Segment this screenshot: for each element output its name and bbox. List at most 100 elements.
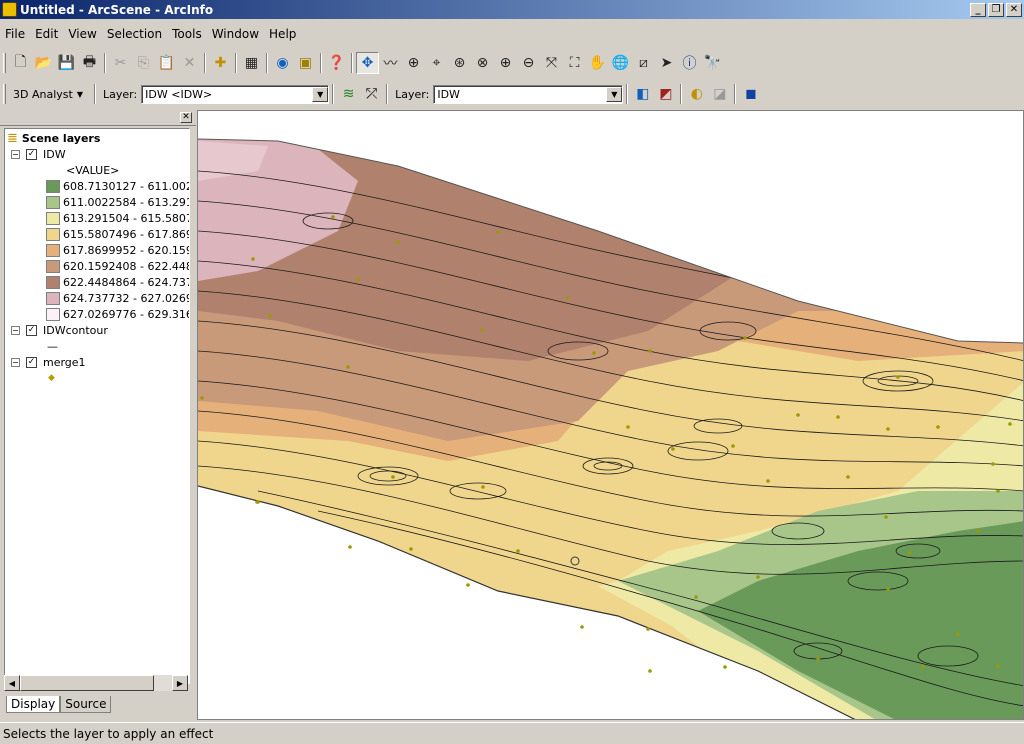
cut-icon[interactable]: ✂ <box>109 52 132 74</box>
menu-tools[interactable]: Tools <box>167 27 207 41</box>
arcscene-window: Untitled - ArcScene - ArcInfo _ ❐ ✕ File… <box>0 0 1024 744</box>
legend-swatch <box>46 227 60 241</box>
navigate-icon[interactable]: ✥ <box>356 52 379 74</box>
globe-icon[interactable]: ◉ <box>271 52 294 74</box>
paste-icon[interactable]: 📋 <box>155 52 178 74</box>
zoom-center-icon[interactable]: ⊗ <box>471 52 494 74</box>
legend-swatch <box>46 211 60 225</box>
copy-icon[interactable]: ⎘ <box>132 52 155 74</box>
toc-header: ✕ <box>0 110 196 126</box>
table-icon[interactable]: ▦ <box>240 52 263 74</box>
layer-name-idw[interactable]: IDW <box>43 148 66 161</box>
status-text: Selects the layer to apply an effect <box>3 726 214 741</box>
legend-swatch <box>46 259 60 273</box>
fly-icon[interactable]: 〰 <box>379 52 402 74</box>
legend-swatch <box>46 179 60 193</box>
set-observer-icon[interactable]: ⊛ <box>448 52 471 74</box>
scroll-right-icon[interactable]: ▶ <box>172 675 188 691</box>
effects-icon[interactable]: ◼ <box>739 83 762 105</box>
full-extent-icon[interactable]: ⤧ <box>540 52 563 74</box>
menu-window[interactable]: Window <box>207 27 264 41</box>
layer-checkbox-merge1[interactable]: ✓ <box>26 356 37 368</box>
table-of-contents: ✕ ≣ Scene layers − ✓ IDW <VALUE> 608.713… <box>0 110 196 720</box>
menu-selection[interactable]: Selection <box>102 27 167 41</box>
menu-file[interactable]: File <box>0 27 30 41</box>
menu-bar: File Edit View Selection Tools Window He… <box>0 24 301 44</box>
title-bar: Untitled - ArcScene - ArcInfo _ ❐ ✕ <box>0 0 1024 19</box>
transparency-icon[interactable]: ◧ <box>631 83 654 105</box>
layers-icon: ≣ <box>7 130 18 146</box>
globe-view-icon[interactable]: 🌐 <box>609 52 632 74</box>
delete-icon[interactable]: ✕ <box>178 52 201 74</box>
menu-edit[interactable]: Edit <box>30 27 63 41</box>
tab-display[interactable]: Display <box>6 696 61 713</box>
collapse-icon[interactable]: − <box>11 149 20 159</box>
legend-label: 622.4484864 - 624.73773 <box>63 275 189 289</box>
close-button[interactable]: ✕ <box>1006 2 1022 17</box>
dropdown-arrow-icon[interactable]: ▼ <box>312 86 329 102</box>
select-icon[interactable]: ➤ <box>655 52 678 74</box>
legend-label: 624.737732 - 627.026977 <box>63 291 189 305</box>
new-icon[interactable]: 🗋 <box>9 52 32 74</box>
toc-horizontal-scrollbar[interactable]: ◀ ▶ <box>4 675 188 691</box>
minimize-button[interactable]: _ <box>970 2 986 17</box>
zoom-target-icon[interactable]: ⊕ <box>402 52 425 74</box>
find-icon[interactable]: 🔭 <box>701 52 724 74</box>
legend-swatch <box>46 195 60 209</box>
collapse-icon[interactable]: − <box>11 357 20 367</box>
draw-order-icon[interactable]: ◩ <box>654 83 677 105</box>
menu-help[interactable]: Help <box>264 27 301 41</box>
shading-icon[interactable]: ◐ <box>685 83 708 105</box>
value-label: <VALUE> <box>66 163 120 177</box>
full-extent-2-icon[interactable]: ⛶ <box>563 52 586 74</box>
legend-label: 608.7130127 - 611.00225 <box>63 179 189 193</box>
pan-icon[interactable]: ✋ <box>586 52 609 74</box>
legend-label: 615.5807496 - 617.86999 <box>63 227 189 241</box>
collapse-icon[interactable]: − <box>11 325 20 335</box>
legend-label: 620.1592408 - 622.44848 <box>63 259 189 273</box>
layer-name-idwcontour[interactable]: IDWcontour <box>43 324 108 337</box>
dropdown-arrow-icon[interactable]: ▼ <box>606 86 623 102</box>
point-symbol: ◆ <box>48 373 55 383</box>
help-icon[interactable]: ❓ <box>325 52 348 74</box>
identify-icon[interactable]: ⓘ <box>678 52 701 74</box>
layer-name-merge1[interactable]: merge1 <box>43 356 86 369</box>
status-bar: Selects the layer to apply an effect <box>0 722 1024 744</box>
layer-checkbox-idw[interactable]: ✓ <box>26 148 37 160</box>
close-icon[interactable]: ✕ <box>180 112 192 123</box>
window-title: Untitled - ArcScene - ArcInfo <box>20 2 214 17</box>
legend-label: 617.8699952 - 620.15924 <box>63 243 189 257</box>
steepest-path-icon[interactable]: ⤱ <box>360 83 383 105</box>
zoom-in-icon[interactable]: ⊕ <box>494 52 517 74</box>
add-data-icon[interactable]: ✚ <box>209 52 232 74</box>
layer-dropdown-value: IDW <IDW> <box>145 87 213 101</box>
legend-swatch <box>46 275 60 289</box>
save-icon[interactable]: 💾 <box>55 52 78 74</box>
effects-layer-value: IDW <box>437 87 460 101</box>
tab-source[interactable]: Source <box>60 696 112 713</box>
menu-view[interactable]: View <box>63 27 101 41</box>
layer-checkbox-idwcontour[interactable]: ✓ <box>26 324 37 336</box>
legend-swatch <box>46 291 60 305</box>
layer-label: Layer: <box>102 87 138 101</box>
3d-analyst-menu[interactable]: 3D Analyst <box>13 88 73 101</box>
split-icon[interactable]: ⧄ <box>632 52 655 74</box>
legend-swatch <box>46 243 60 257</box>
scroll-left-icon[interactable]: ◀ <box>4 675 20 691</box>
scene-viewer[interactable] <box>197 110 1024 720</box>
effects-layer-label: Layer: <box>395 87 430 101</box>
layer-dropdown[interactable]: IDW <IDW> ▼ <box>141 84 330 104</box>
chevron-down-icon[interactable]: ▼ <box>77 90 83 99</box>
center-target-icon[interactable]: ⌖ <box>425 52 448 74</box>
face-culling-icon[interactable]: ◪ <box>708 83 731 105</box>
print-icon[interactable]: 🖶 <box>78 52 101 74</box>
standard-toolbar: 🗋 📂 💾 🖶 ✂ ⎘ 📋 ✕ ✚ ▦ ◉ ▣ ❓ ✥ 〰 ⊕ ⌖ ⊛ ⊗ ⊕ … <box>0 50 724 76</box>
terrain-surface <box>198 138 1023 719</box>
open-icon[interactable]: 📂 <box>32 52 55 74</box>
contour-icon[interactable]: ≋ <box>337 83 360 105</box>
effects-layer-dropdown[interactable]: IDW ▼ <box>433 84 624 104</box>
catalog-icon[interactable]: ▣ <box>294 52 317 74</box>
restore-button[interactable]: ❐ <box>988 2 1004 17</box>
toc-panel: ≣ Scene layers − ✓ IDW <VALUE> 608.71301… <box>4 128 190 684</box>
zoom-out-icon[interactable]: ⊖ <box>517 52 540 74</box>
